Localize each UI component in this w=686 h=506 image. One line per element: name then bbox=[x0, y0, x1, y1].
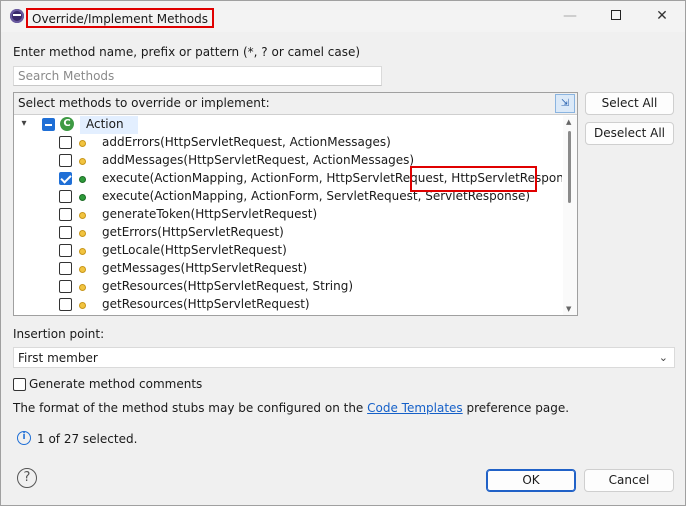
protected-method-icon bbox=[79, 302, 86, 309]
deselect-all-button[interactable]: Deselect All bbox=[585, 122, 674, 145]
maximize-button[interactable] bbox=[593, 1, 639, 32]
method-label: getMessages(HttpServletRequest) bbox=[102, 261, 308, 275]
protected-method-icon bbox=[79, 248, 86, 255]
format-note: The format of the method stubs may be co… bbox=[13, 401, 569, 415]
protected-method-icon bbox=[79, 230, 86, 237]
method-row[interactable]: addErrors(HttpServletRequest, ActionMess… bbox=[14, 134, 562, 152]
class-name: Action bbox=[86, 117, 124, 131]
maximize-icon bbox=[611, 9, 621, 20]
protected-method-icon bbox=[79, 266, 86, 273]
generate-comments-checkbox[interactable] bbox=[13, 378, 26, 391]
dialog-window: Override/Implement Methods — ✕ Enter met… bbox=[0, 0, 686, 506]
method-checkbox[interactable] bbox=[59, 262, 72, 275]
annotation-highlight-box bbox=[410, 166, 537, 192]
protected-method-icon bbox=[79, 212, 86, 219]
methods-list-panel: Select methods to override or implement:… bbox=[13, 92, 578, 316]
code-templates-link[interactable]: Code Templates bbox=[367, 401, 463, 415]
collapse-chevron-icon[interactable]: ▾ bbox=[18, 118, 30, 130]
format-note-prefix: The format of the method stubs may be co… bbox=[13, 401, 368, 415]
insertion-point-select[interactable]: First member ⌄ bbox=[13, 347, 675, 368]
method-checkbox[interactable] bbox=[59, 154, 72, 167]
method-checkbox[interactable] bbox=[59, 208, 72, 221]
method-row[interactable]: getResources(HttpServletRequest, String) bbox=[14, 278, 562, 296]
method-row[interactable]: getMessages(HttpServletRequest) bbox=[14, 260, 562, 278]
info-icon: i bbox=[17, 431, 31, 445]
method-checkbox[interactable] bbox=[59, 298, 72, 311]
ok-button[interactable]: OK bbox=[486, 469, 576, 492]
method-row[interactable]: getResources(HttpServletRequest) bbox=[14, 296, 562, 314]
class-row-action[interactable]: ▾ C Action bbox=[14, 116, 562, 134]
protected-method-icon bbox=[79, 140, 86, 147]
method-row[interactable]: getErrors(HttpServletRequest) bbox=[14, 224, 562, 242]
method-checkbox[interactable] bbox=[59, 136, 72, 149]
methods-tree: ▾ C Action addErrors(HttpServletRequest,… bbox=[14, 116, 562, 315]
generate-comments-label[interactable]: Generate method comments bbox=[29, 377, 202, 391]
title-bar[interactable]: Override/Implement Methods — ✕ bbox=[1, 1, 685, 32]
protected-method-icon bbox=[79, 158, 86, 165]
method-checkbox[interactable] bbox=[59, 226, 72, 239]
method-label: getErrors(HttpServletRequest) bbox=[102, 225, 284, 239]
help-icon[interactable]: ? bbox=[17, 468, 37, 488]
dropdown-chevron-icon: ⌄ bbox=[658, 351, 668, 364]
class-icon: C bbox=[60, 117, 74, 131]
format-note-suffix: preference page. bbox=[462, 401, 570, 415]
search-methods-input[interactable] bbox=[13, 66, 382, 86]
public-method-icon bbox=[79, 176, 86, 183]
method-checkbox[interactable] bbox=[59, 190, 72, 203]
method-label: addErrors(HttpServletRequest, ActionMess… bbox=[102, 135, 391, 149]
class-checkbox[interactable] bbox=[42, 118, 55, 131]
method-checkbox[interactable] bbox=[59, 244, 72, 257]
scroll-up-icon[interactable]: ▲ bbox=[566, 118, 571, 126]
method-row[interactable]: generateToken(HttpServletRequest) bbox=[14, 206, 562, 224]
close-button[interactable]: ✕ bbox=[639, 1, 685, 32]
select-all-button[interactable]: Select All bbox=[585, 92, 674, 115]
methods-list-header: Select methods to override or implement:… bbox=[14, 93, 577, 115]
scrollbar-thumb[interactable] bbox=[568, 131, 571, 203]
method-label: getResources(HttpServletRequest, String) bbox=[102, 279, 354, 293]
insertion-point-value: First member bbox=[18, 351, 98, 365]
method-row[interactable]: getLocale(HttpServletRequest) bbox=[14, 242, 562, 260]
method-checkbox[interactable] bbox=[59, 172, 72, 185]
window-title: Override/Implement Methods bbox=[26, 8, 214, 28]
method-label: addMessages(HttpServletRequest, ActionMe… bbox=[102, 153, 415, 167]
method-filter-label: Enter method name, prefix or pattern (*,… bbox=[13, 45, 361, 59]
sort-by-type-icon[interactable]: ⇲ bbox=[555, 94, 575, 113]
method-label: generateToken(HttpServletRequest) bbox=[102, 207, 318, 221]
protected-method-icon bbox=[79, 284, 86, 291]
eclipse-app-icon bbox=[10, 9, 24, 23]
method-label: getResources(HttpServletRequest) bbox=[102, 297, 310, 311]
cancel-button[interactable]: Cancel bbox=[584, 469, 674, 492]
insertion-point-label: Insertion point: bbox=[13, 327, 105, 341]
method-checkbox[interactable] bbox=[59, 280, 72, 293]
scroll-down-icon[interactable]: ▼ bbox=[566, 305, 571, 313]
methods-list-header-label: Select methods to override or implement: bbox=[18, 96, 270, 110]
methods-list-scrollbar[interactable]: ▲ ▼ bbox=[563, 116, 577, 315]
public-method-icon bbox=[79, 194, 86, 201]
minimize-button[interactable]: — bbox=[547, 1, 593, 32]
selection-status: 1 of 27 selected. bbox=[37, 432, 138, 446]
method-label: getLocale(HttpServletRequest) bbox=[102, 243, 287, 257]
